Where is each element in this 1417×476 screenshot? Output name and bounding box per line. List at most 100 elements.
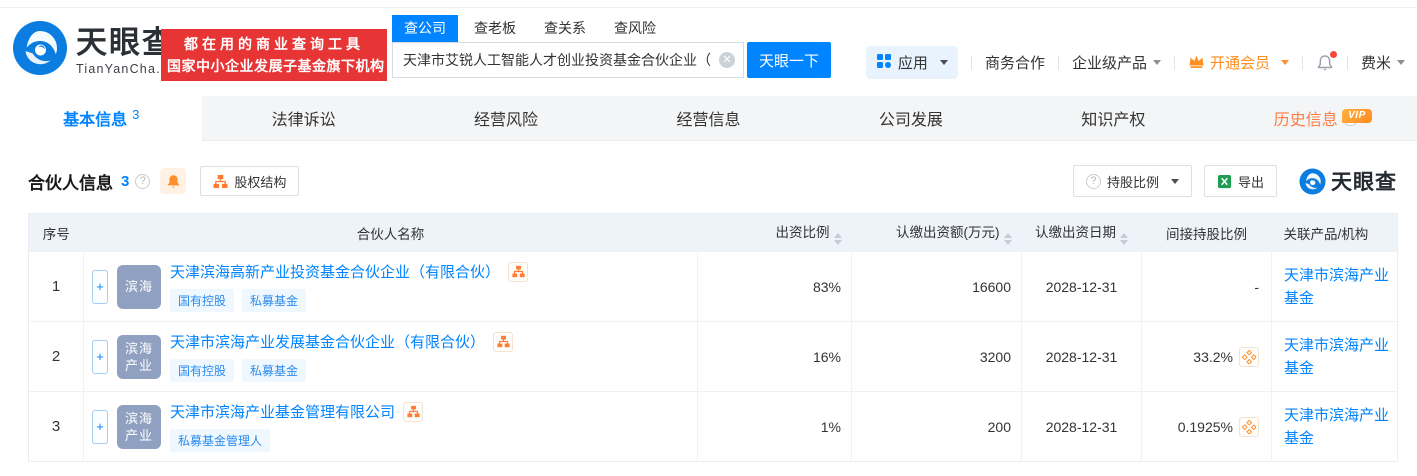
- tab-business-info[interactable]: 经营信息: [607, 96, 809, 140]
- promo-line-2: 国家中小企业发展子基金旗下机构: [167, 58, 385, 74]
- subscribed-date: 2028-12-31: [1021, 321, 1142, 392]
- expand-row-button[interactable]: +: [92, 269, 108, 304]
- subscribed-amount: 16600: [851, 251, 1022, 322]
- tab-operational-risk[interactable]: 经营风险: [405, 96, 607, 140]
- tag-private-fund[interactable]: 私募基金: [242, 289, 307, 312]
- holding-ratio-dropdown[interactable]: ? 持股比例: [1072, 165, 1192, 197]
- section-header: 合伙人信息 3 ? 股权结构 ? 持股比例 导出 天眼查: [28, 165, 1397, 197]
- sort-icon[interactable]: [1003, 232, 1012, 245]
- avatar: 滨海产业: [117, 334, 161, 379]
- subscribe-bell-button[interactable]: [160, 168, 187, 194]
- tab-basic-info-count: 3: [132, 106, 140, 122]
- tab-history-info[interactable]: 历史信息 ? VIP: [1215, 96, 1417, 140]
- partners-table: 序号 合伙人名称 出资比例 认缴出资额(万元) 认缴出资日期 间接持股比例 关联…: [28, 213, 1398, 462]
- business-cooperation-link[interactable]: 商务合作: [985, 52, 1045, 73]
- enterprise-product-menu[interactable]: 企业级产品: [1072, 52, 1161, 73]
- help-icon[interactable]: ?: [135, 173, 151, 189]
- search-tab-company[interactable]: 查公司: [392, 15, 458, 42]
- col-partner-name: 合伙人名称: [356, 226, 425, 242]
- subscribed-date: 2028-12-31: [1021, 391, 1142, 462]
- chevron-down-icon: [1397, 60, 1405, 69]
- excel-icon: [1217, 174, 1232, 188]
- equity-chart-icon[interactable]: [493, 331, 514, 352]
- crown-icon: [1188, 53, 1205, 73]
- expand-row-button[interactable]: +: [92, 339, 108, 374]
- menu-divider: [1057, 55, 1059, 70]
- chevron-down-icon: [1170, 178, 1179, 188]
- avatar: 滨海产业: [117, 404, 161, 449]
- apps-grid-icon: [876, 53, 892, 73]
- tab-legal-proceedings[interactable]: 法律诉讼: [202, 96, 404, 140]
- help-icon: ?: [1085, 173, 1101, 189]
- related-product-link[interactable]: 天津市滨海产业基金: [1284, 337, 1389, 377]
- penetration-icon[interactable]: [1239, 416, 1259, 437]
- col-subscribed-amount-label: 认缴出资额(万元): [896, 224, 1000, 240]
- section-title: 合伙人信息: [28, 173, 113, 193]
- tab-basic-info[interactable]: 基本信息 3: [0, 96, 203, 141]
- col-subscribed-amount: 认缴出资额(万元): [852, 214, 1022, 252]
- open-vip-menu[interactable]: 开通会员: [1188, 52, 1289, 73]
- equity-chart-icon[interactable]: [508, 261, 529, 282]
- table-row: 1 + 滨海 天津滨海高新产业投资基金合伙企业（有限合伙） 国有控股 私募基金 …: [28, 251, 1398, 322]
- enterprise-product-label: 企业级产品: [1071, 55, 1147, 72]
- tab-intellectual-property-label: 知识产权: [1081, 112, 1146, 129]
- partner-name-link[interactable]: 天津市滨海产业基金管理有限公司: [170, 401, 395, 422]
- penetration-icon[interactable]: [1239, 346, 1259, 367]
- search-submit-button[interactable]: 天眼一下: [747, 42, 831, 78]
- search-tabs: 查公司 查老板 查关系 查风险: [392, 15, 831, 42]
- chevron-down-icon: [1280, 60, 1289, 69]
- equity-structure-label: 股权结构: [234, 174, 287, 190]
- promo-line-1: 都在用的商业查询工具: [184, 36, 364, 52]
- partner-name-link[interactable]: 天津市滨海产业发展基金合伙企业（有限合伙）: [170, 331, 485, 352]
- menu-divider: [970, 55, 972, 70]
- sort-icon[interactable]: [1120, 232, 1128, 245]
- row-index: 3: [28, 391, 84, 462]
- col-related-product: 关联产品/机构: [1283, 226, 1369, 242]
- search-tab-risk[interactable]: 查风险: [614, 15, 656, 42]
- table-header-row: 序号 合伙人名称 出资比例 认缴出资额(万元) 认缴出资日期 间接持股比例 关联…: [28, 213, 1398, 252]
- page-top-divider: [0, 0, 1417, 8]
- expand-row-button[interactable]: +: [92, 409, 108, 444]
- clear-search-icon[interactable]: ✕: [719, 52, 735, 68]
- section-count: 3: [121, 172, 130, 190]
- tab-company-development-label: 公司发展: [878, 112, 943, 129]
- equity-chart-icon[interactable]: [403, 401, 424, 422]
- search-tab-relation[interactable]: 查关系: [544, 15, 586, 42]
- tab-basic-info-label: 基本信息: [63, 112, 128, 129]
- detail-tab-bar: 基本信息 3 法律诉讼 经营风险 经营信息 公司发展 知识产权 历史信息 ? V…: [0, 96, 1417, 141]
- search-input[interactable]: [392, 42, 744, 78]
- avatar: 滨海: [117, 264, 161, 309]
- search-tab-boss[interactable]: 查老板: [474, 15, 516, 42]
- table-row: 3 + 滨海产业 天津市滨海产业基金管理有限公司 私募基金管理人 1% 200 …: [28, 391, 1398, 462]
- partner-name-link[interactable]: 天津滨海高新产业投资基金合伙企业（有限合伙）: [170, 261, 500, 282]
- col-contribution-ratio-label: 出资比例: [775, 224, 830, 240]
- menu-divider: [1301, 55, 1303, 70]
- menu-divider: [1346, 55, 1348, 70]
- open-vip-label: 开通会员: [1209, 55, 1270, 72]
- related-product-link[interactable]: 天津市滨海产业基金: [1284, 407, 1389, 447]
- row-index: 1: [28, 251, 84, 322]
- related-product-link[interactable]: 天津市滨海产业基金: [1284, 267, 1389, 307]
- indirect-ratio: 33.2%: [1193, 348, 1233, 365]
- apps-menu-button[interactable]: 应用: [865, 46, 958, 79]
- export-button[interactable]: 导出: [1203, 165, 1277, 197]
- main-content: 合伙人信息 3 ? 股权结构 ? 持股比例 导出 天眼查 序号 合伙人名称 出资…: [0, 165, 1417, 462]
- row-index: 2: [28, 321, 84, 392]
- equity-structure-button[interactable]: 股权结构: [200, 166, 300, 196]
- search-area: 查公司 查老板 查关系 查风险 ✕ 天眼一下: [392, 15, 831, 78]
- user-account-menu[interactable]: 费米: [1361, 52, 1405, 73]
- chevron-down-icon: [1152, 60, 1161, 69]
- col-subscribed-date-label: 认缴出资日期: [1035, 224, 1116, 240]
- tag-fund-manager[interactable]: 私募基金管理人: [170, 429, 271, 452]
- site-header: 天眼查 TianYanCha.com 都在用的商业查询工具 国家中小企业发展子基…: [0, 8, 1417, 96]
- vip-badge: VIP: [1342, 109, 1372, 123]
- tab-company-development[interactable]: 公司发展: [810, 96, 1012, 140]
- sort-icon[interactable]: [833, 232, 842, 245]
- tab-intellectual-property[interactable]: 知识产权: [1012, 96, 1214, 140]
- chevron-down-icon: [939, 60, 948, 69]
- notification-bell-button[interactable]: [1316, 50, 1337, 72]
- tag-state-owned[interactable]: 国有控股: [170, 289, 235, 312]
- tag-state-owned[interactable]: 国有控股: [170, 359, 235, 382]
- username-label: 费米: [1360, 55, 1391, 72]
- tag-private-fund[interactable]: 私募基金: [242, 359, 307, 382]
